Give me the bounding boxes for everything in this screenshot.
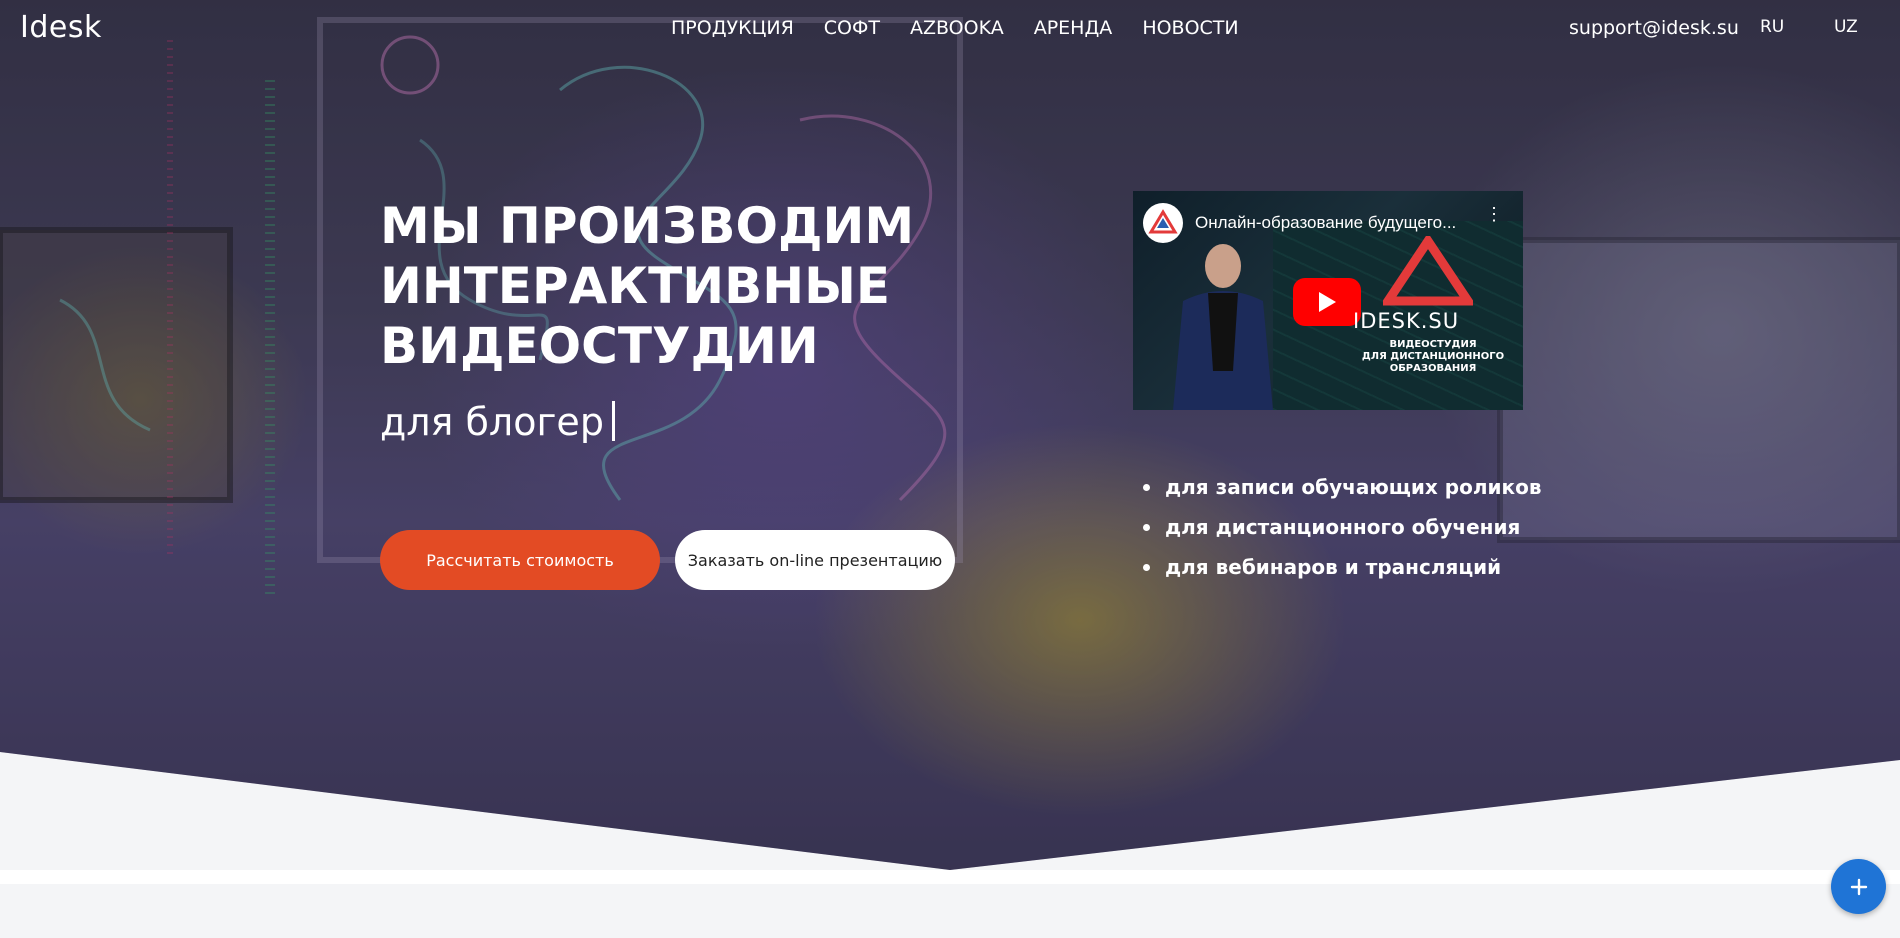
video-title[interactable]: Онлайн-образование будущего... xyxy=(1195,213,1475,233)
video-brand-text: IDESK.SU xyxy=(1353,309,1460,333)
calculate-cost-button[interactable]: Рассчитать стоимость xyxy=(380,530,660,590)
floating-action-button[interactable] xyxy=(1831,859,1886,914)
top-navigation: Idesk ПРОДУКЦИЯ СОФТ AZBOOKA АРЕНДА НОВО… xyxy=(0,0,1900,54)
idesk-logo-icon xyxy=(1148,209,1178,234)
features-list: для записи обучающих роликов для дистанц… xyxy=(1143,467,1541,587)
bullet-icon xyxy=(1143,563,1150,571)
support-email-link[interactable]: support@idesk.su xyxy=(1569,17,1739,39)
headline-line-2: ИНТЕРАКТИВНЫЕ xyxy=(380,257,891,315)
language-ru[interactable]: RU xyxy=(1760,17,1784,37)
bullet-icon xyxy=(1143,523,1150,531)
list-item: для записи обучающих роликов xyxy=(1143,467,1541,507)
order-presentation-button[interactable]: Заказать on-line презентацию xyxy=(675,530,955,590)
headline-line-1: МЫ ПРОИЗВОДИМ xyxy=(380,197,915,255)
video-presenter-figure xyxy=(1173,244,1273,410)
video-subtitle: ВИДЕОСТУДИЯ ДЛЯ ДИСТАНЦИОННОГО ОБРАЗОВАН… xyxy=(1343,339,1523,375)
nav-item-azbooka[interactable]: AZBOOKA xyxy=(910,17,1004,39)
bullet-icon xyxy=(1143,483,1150,491)
play-button[interactable] xyxy=(1293,278,1361,326)
video-brand-logo xyxy=(1383,236,1473,306)
nav-item-software[interactable]: СОФТ xyxy=(824,17,880,39)
more-options-icon[interactable]: ⋮ xyxy=(1485,205,1503,223)
youtube-video-embed[interactable]: Онлайн-образование будущего... ⋮ IDESK.S… xyxy=(1133,191,1523,410)
nav-item-news[interactable]: НОВОСТИ xyxy=(1142,17,1238,39)
plus-icon xyxy=(1850,878,1867,895)
list-item: для дистанционного обучения xyxy=(1143,507,1541,547)
language-uz[interactable]: UZ xyxy=(1834,17,1858,37)
typing-subtitle: для блогер xyxy=(380,400,615,444)
hero-section xyxy=(0,0,1900,870)
typing-caret xyxy=(611,401,615,441)
main-nav: ПРОДУКЦИЯ СОФТ AZBOOKA АРЕНДА НОВОСТИ xyxy=(671,17,1239,39)
headline-line-3: ВИДЕОСТУДИИ xyxy=(380,317,819,375)
hero-overlay xyxy=(0,0,1900,870)
site-logo[interactable]: Idesk xyxy=(20,10,102,45)
next-section xyxy=(0,884,1900,938)
channel-avatar[interactable] xyxy=(1143,203,1183,243)
video-subtitle-line-2: ДЛЯ ДИСТАНЦИОННОГО ОБРАЗОВАНИЯ xyxy=(1361,351,1505,374)
feature-text: для записи обучающих роликов xyxy=(1165,475,1542,499)
nav-item-rent[interactable]: АРЕНДА xyxy=(1034,17,1113,39)
typing-text: для блогер xyxy=(380,400,604,444)
nav-item-products[interactable]: ПРОДУКЦИЯ xyxy=(671,17,794,39)
feature-text: для вебинаров и трансляций xyxy=(1165,555,1502,579)
play-icon xyxy=(1319,292,1336,312)
video-subtitle-line-1: ВИДЕОСТУДИЯ xyxy=(1389,339,1477,350)
feature-text: для дистанционного обучения xyxy=(1165,515,1521,539)
list-item: для вебинаров и трансляций xyxy=(1143,547,1541,587)
section-divider xyxy=(0,870,1900,884)
hero-headline: МЫ ПРОИЗВОДИМ ИНТЕРАКТИВНЫЕ ВИДЕОСТУДИИ xyxy=(380,196,940,376)
